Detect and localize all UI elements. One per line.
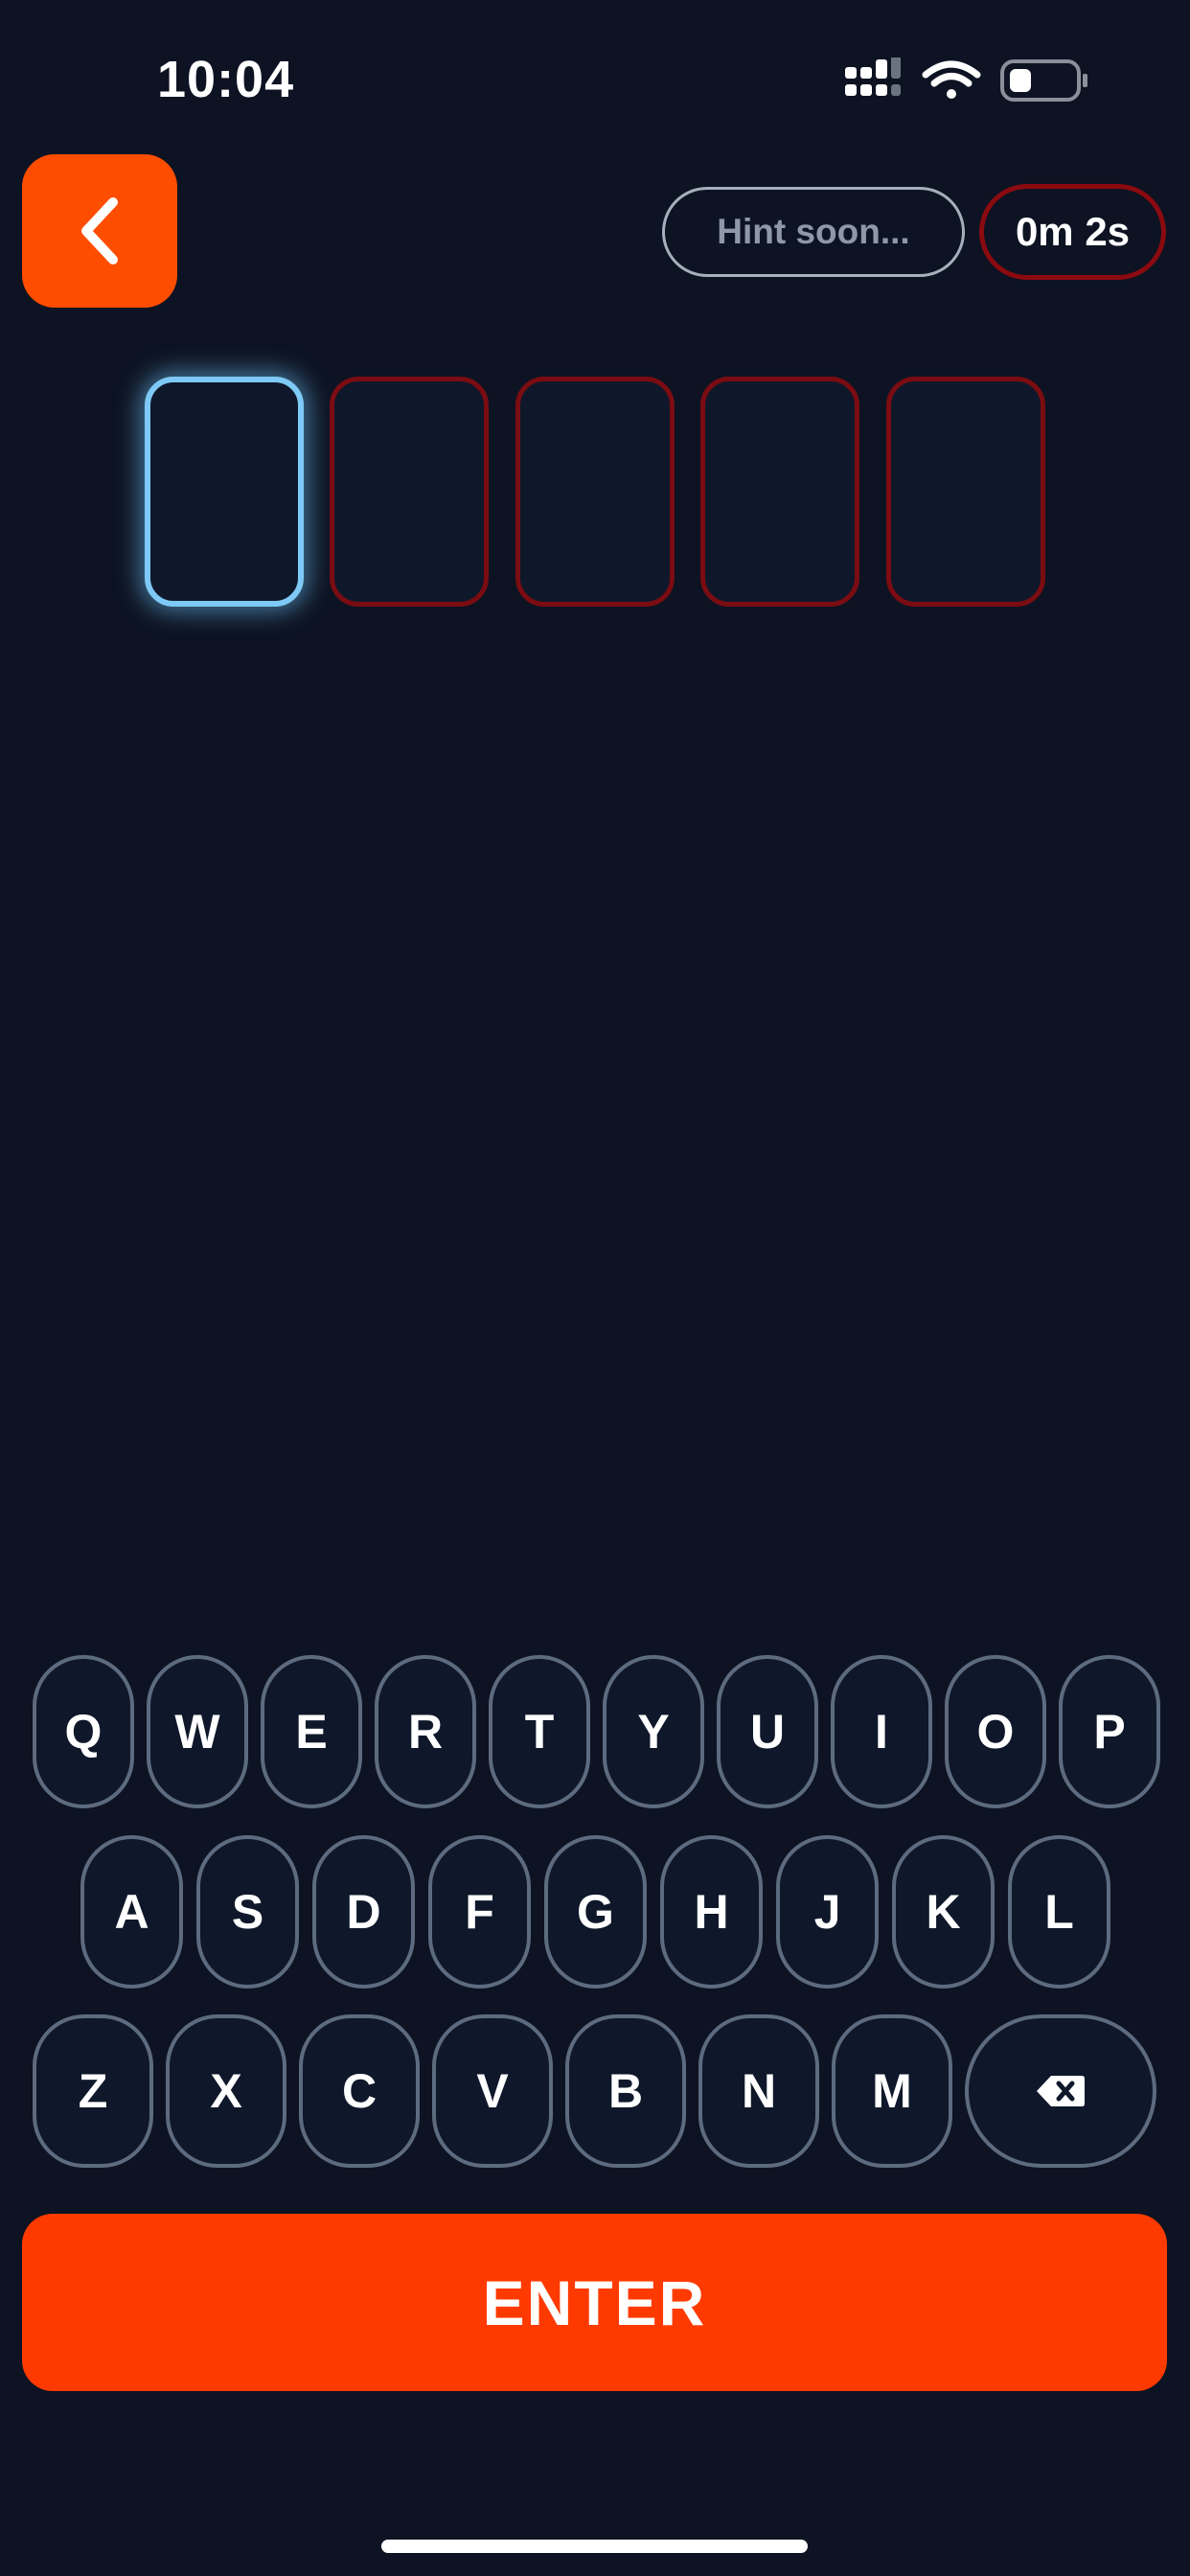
key-i[interactable]: I — [831, 1655, 932, 1808]
key-a[interactable]: A — [80, 1835, 183, 1989]
key-o[interactable]: O — [945, 1655, 1046, 1808]
letter-slot-2[interactable] — [330, 377, 489, 607]
wifi-icon — [922, 60, 981, 99]
status-icons — [845, 58, 1087, 102]
key-h[interactable]: H — [660, 1835, 763, 1989]
timer-badge: 0m 2s — [979, 184, 1166, 280]
key-r[interactable]: R — [375, 1655, 476, 1808]
key-n[interactable]: N — [698, 2014, 819, 2168]
battery-icon — [1000, 59, 1087, 102]
key-d[interactable]: D — [312, 1835, 415, 1989]
key-p[interactable]: P — [1059, 1655, 1160, 1808]
key-l[interactable]: L — [1008, 1835, 1110, 1989]
key-f[interactable]: F — [428, 1835, 531, 1989]
key-k[interactable]: K — [892, 1835, 995, 1989]
backspace-icon — [1037, 2076, 1085, 2106]
keyboard-row-3: Z X C V B N M — [33, 2014, 1156, 2168]
letter-slot-3[interactable] — [515, 377, 675, 607]
letter-slot-4[interactable] — [700, 377, 859, 607]
key-e[interactable]: E — [261, 1655, 362, 1808]
key-u[interactable]: U — [717, 1655, 818, 1808]
key-q[interactable]: Q — [33, 1655, 134, 1808]
chevron-left-icon — [81, 197, 118, 264]
hint-button[interactable]: Hint soon... — [662, 187, 965, 277]
key-b[interactable]: B — [565, 2014, 686, 2168]
cellular-signal-icon — [845, 58, 901, 96]
letter-slots — [145, 377, 1045, 607]
key-v[interactable]: V — [432, 2014, 553, 2168]
key-s[interactable]: S — [196, 1835, 299, 1989]
key-y[interactable]: Y — [603, 1655, 704, 1808]
key-z[interactable]: Z — [33, 2014, 153, 2168]
key-x[interactable]: X — [166, 2014, 286, 2168]
key-c[interactable]: C — [299, 2014, 420, 2168]
status-time: 10:04 — [157, 51, 295, 108]
letter-slot-5[interactable] — [886, 377, 1045, 607]
key-w[interactable]: W — [147, 1655, 248, 1808]
letter-slot-1[interactable] — [145, 377, 304, 607]
key-g[interactable]: G — [544, 1835, 647, 1989]
backspace-key[interactable] — [965, 2014, 1156, 2168]
enter-button[interactable]: ENTER — [22, 2214, 1167, 2391]
key-t[interactable]: T — [489, 1655, 590, 1808]
keyboard-row-2: A S D F G H J K L — [80, 1835, 1110, 1989]
home-indicator — [381, 2540, 808, 2553]
back-button[interactable] — [22, 154, 177, 308]
key-m[interactable]: M — [832, 2014, 952, 2168]
key-j[interactable]: J — [776, 1835, 879, 1989]
keyboard-row-1: Q W E R T Y U I O P — [33, 1655, 1160, 1808]
